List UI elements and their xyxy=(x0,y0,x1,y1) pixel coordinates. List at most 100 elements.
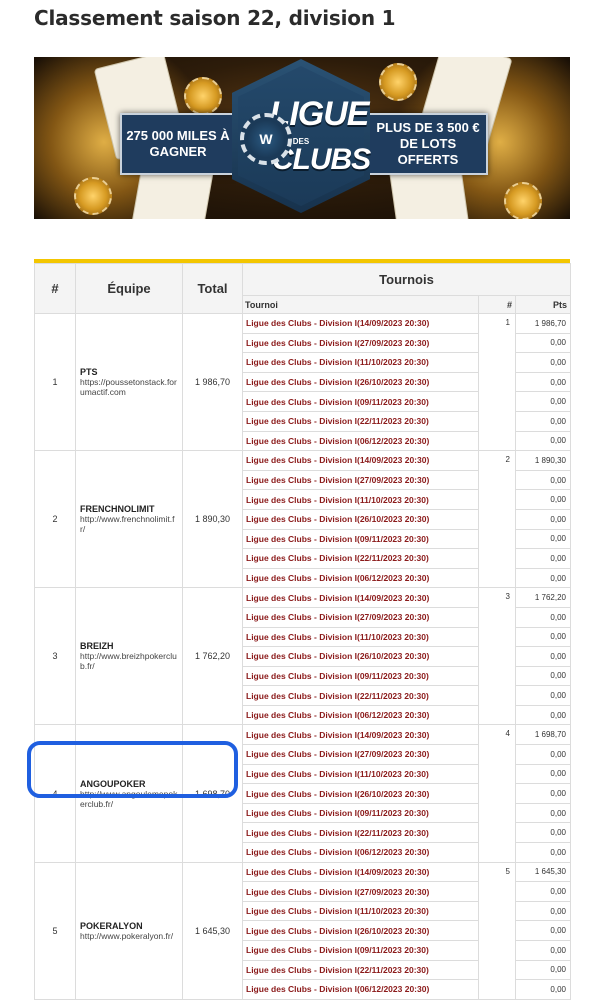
tournament-link[interactable]: Ligue des Clubs - Division I(06/12/2023 … xyxy=(242,567,479,589)
tournament-link[interactable]: Ligue des Clubs - Division I(27/09/2023 … xyxy=(242,469,479,491)
team-cell: PTS https://poussetonstack.forumactif.com xyxy=(75,312,183,452)
tournament-link[interactable]: Ligue des Clubs - Division I(27/09/2023 … xyxy=(242,881,479,902)
team-rank: 1 xyxy=(34,312,76,452)
tournament-points: 0,00 xyxy=(515,469,571,491)
tournament-count: 3 xyxy=(478,587,516,726)
banner-miles-panel: 275 000 MILES À GAGNER xyxy=(120,113,236,175)
tournament-points: 0,00 xyxy=(515,430,571,452)
tournament-link[interactable]: Ligue des Clubs - Division I(22/11/2023 … xyxy=(242,685,479,706)
tournament-link[interactable]: Ligue des Clubs - Division I(11/10/2023 … xyxy=(242,626,479,648)
header-total: Total xyxy=(182,263,243,314)
tournament-link[interactable]: Ligue des Clubs - Division I(09/11/2023 … xyxy=(242,665,479,687)
tournament-link[interactable]: Ligue des Clubs - Division I(09/11/2023 … xyxy=(242,528,479,550)
tournament-link[interactable]: Ligue des Clubs - Division I(26/10/2023 … xyxy=(242,508,479,530)
tournament-points: 1 762,20 xyxy=(515,587,571,608)
ranking-table: # Équipe Total Tournois Tournoi # Pts 1P… xyxy=(34,263,571,1000)
tournament-points: 0,00 xyxy=(515,567,571,589)
team-rank: 2 xyxy=(34,450,76,589)
table-row: 5 POKERALYON http://www.pokeralyon.fr/1 64… xyxy=(34,861,571,1000)
tournament-points: 0,00 xyxy=(515,626,571,648)
ligue-des-clubs-banner[interactable]: 275 000 MILES À GAGNER PLUS DE 3 500 € D… xyxy=(34,57,570,219)
team-url-link[interactable]: http://www.pokeralyon.fr/ xyxy=(80,931,178,941)
header-rank: # xyxy=(34,263,76,314)
tournament-link[interactable]: Ligue des Clubs - Division I(26/10/2023 … xyxy=(242,920,479,941)
tournament-points: 0,00 xyxy=(515,744,571,765)
subheader-points: Pts xyxy=(515,295,571,314)
team-total: 1 698,70 xyxy=(182,724,243,863)
tournament-points: 0,00 xyxy=(515,959,571,981)
tournament-points: 1 986,70 xyxy=(515,313,571,334)
tournament-points: 0,00 xyxy=(515,606,571,628)
tournament-link[interactable]: Ligue des Clubs - Division I(26/10/2023 … xyxy=(242,371,479,393)
tournament-points: 0,00 xyxy=(515,802,571,824)
tournament-points: 1 698,70 xyxy=(515,724,571,746)
tournament-link[interactable]: Ligue des Clubs - Division I(09/11/2023 … xyxy=(242,391,479,412)
tournament-link[interactable]: Ligue des Clubs - Division I(06/12/2023 … xyxy=(242,979,479,1000)
tournament-link[interactable]: Ligue des Clubs - Division I(27/09/2023 … xyxy=(242,332,479,354)
tournament-link[interactable]: Ligue des Clubs - Division I(06/12/2023 … xyxy=(242,704,479,726)
logo-chip-icon: W xyxy=(240,113,292,165)
tournament-link[interactable]: Ligue des Clubs - Division I(26/10/2023 … xyxy=(242,646,479,667)
tournament-link[interactable]: Ligue des Clubs - Division I(11/10/2023 … xyxy=(242,763,479,785)
tournament-link[interactable]: Ligue des Clubs - Division I(11/10/2023 … xyxy=(242,352,479,373)
team-rank: 4 xyxy=(34,724,76,863)
tournament-link[interactable]: Ligue des Clubs - Division I(06/12/2023 … xyxy=(242,842,479,863)
tournament-link[interactable]: Ligue des Clubs - Division I(22/11/2023 … xyxy=(242,410,479,432)
tournament-points: 1 890,30 xyxy=(515,450,571,471)
team-url-link[interactable]: http://www.angoulemepokerclub.fr/ xyxy=(80,789,178,809)
tournament-link[interactable]: Ligue des Clubs - Division I(09/11/2023 … xyxy=(242,940,479,961)
tournament-link[interactable]: Ligue des Clubs - Division I(09/11/2023 … xyxy=(242,802,479,824)
team-name: POKERALYON xyxy=(80,920,143,931)
tournament-points: 1 645,30 xyxy=(515,861,571,883)
tournament-points: 0,00 xyxy=(515,548,571,569)
table-row: 1 PTS https://poussetonstack.forumactif.co… xyxy=(34,312,571,452)
tournament-link[interactable]: Ligue des Clubs - Division I(22/11/2023 … xyxy=(242,822,479,844)
tournament-points: 0,00 xyxy=(515,920,571,941)
team-rank: 5 xyxy=(34,861,76,1000)
tournament-link[interactable]: Ligue des Clubs - Division I(14/09/2023 … xyxy=(242,313,479,334)
team-cell: ANGOUPOKER http://www.angoulemepokerclub.… xyxy=(75,724,183,863)
ranking-table-container: # Équipe Total Tournois Tournoi # Pts 1P… xyxy=(34,259,571,1000)
table-row: 2 FRENCHNOLIMIT http://www.frenchnolimit.f… xyxy=(34,450,571,589)
team-name: ANGOUPOKER xyxy=(80,778,146,789)
team-url-link[interactable]: http://www.breizhpokerclub.fr/ xyxy=(80,651,178,671)
tournament-link[interactable]: Ligue des Clubs - Division I(22/11/2023 … xyxy=(242,548,479,569)
team-name: FRENCHNOLIMIT xyxy=(80,504,155,515)
poker-chip-icon xyxy=(74,177,112,215)
tournament-points: 0,00 xyxy=(515,665,571,687)
ranking-body: 1 PTS https://poussetonstack.forumactif.co… xyxy=(34,312,571,1000)
header-tournaments: Tournois xyxy=(242,263,571,296)
tournament-link[interactable]: Ligue des Clubs - Division I(14/09/2023 … xyxy=(242,724,479,746)
tournament-link[interactable]: Ligue des Clubs - Division I(22/11/2023 … xyxy=(242,959,479,981)
tournament-points: 0,00 xyxy=(515,704,571,726)
banner-prizes-panel: PLUS DE 3 500 € DE LOTS OFFERTS xyxy=(368,113,488,175)
tournament-link[interactable]: Ligue des Clubs - Division I(14/09/2023 … xyxy=(242,861,479,883)
tournament-points: 0,00 xyxy=(515,822,571,844)
tournament-points: 0,00 xyxy=(515,352,571,373)
team-name: PTS xyxy=(80,367,98,378)
tournament-points: 0,00 xyxy=(515,940,571,961)
tournament-points: 0,00 xyxy=(515,391,571,412)
tournament-count: 1 xyxy=(478,312,516,452)
tournament-points: 0,00 xyxy=(515,783,571,804)
team-url-link[interactable]: http://www.frenchnolimit.fr/ xyxy=(80,514,178,534)
tournament-count: 5 xyxy=(478,861,516,1000)
team-cell: BREIZH http://www.breizhpokerclub.fr/ xyxy=(75,587,183,726)
tournament-points: 0,00 xyxy=(515,979,571,1000)
tournament-link[interactable]: Ligue des Clubs - Division I(06/12/2023 … xyxy=(242,430,479,452)
tournament-points: 0,00 xyxy=(515,685,571,706)
tournament-points: 0,00 xyxy=(515,528,571,550)
tournament-points: 0,00 xyxy=(515,842,571,863)
tournament-link[interactable]: Ligue des Clubs - Division I(14/09/2023 … xyxy=(242,587,479,608)
header-team: Équipe xyxy=(75,263,183,314)
tournament-link[interactable]: Ligue des Clubs - Division I(11/10/2023 … xyxy=(242,489,479,510)
tournament-link[interactable]: Ligue des Clubs - Division I(27/09/2023 … xyxy=(242,744,479,765)
tournament-link[interactable]: Ligue des Clubs - Division I(14/09/2023 … xyxy=(242,450,479,471)
tournament-points: 0,00 xyxy=(515,489,571,510)
tournament-link[interactable]: Ligue des Clubs - Division I(27/09/2023 … xyxy=(242,606,479,628)
tournament-link[interactable]: Ligue des Clubs - Division I(26/10/2023 … xyxy=(242,783,479,804)
team-url-link[interactable]: https://poussetonstack.forumactif.com xyxy=(80,377,178,397)
table-row: 4 ANGOUPOKER http://www.angoulemepokerclub… xyxy=(34,724,571,863)
tournament-count: 2 xyxy=(478,450,516,589)
tournament-link[interactable]: Ligue des Clubs - Division I(11/10/2023 … xyxy=(242,900,479,922)
